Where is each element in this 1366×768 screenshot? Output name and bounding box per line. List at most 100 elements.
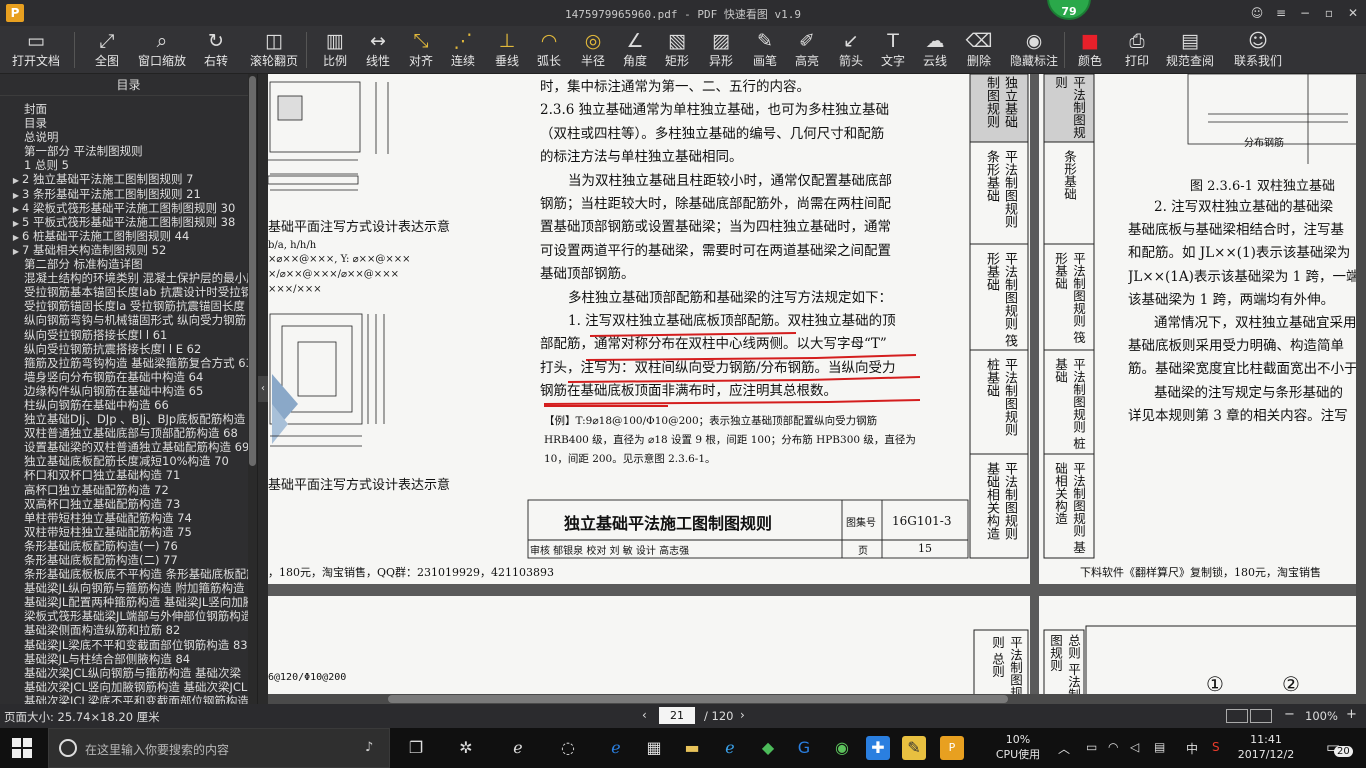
toolbar-aligned-measure-button[interactable]: ⤡ 对齐 <box>404 28 438 72</box>
toc-item[interactable]: 纵向钢筋弯钩与机械锚固形式 纵向受力钢筋 <box>0 313 248 327</box>
toc-item[interactable]: 纵向受拉钢筋抗震搭接长度l l E 62 <box>0 342 248 356</box>
network-icon[interactable]: ▤ <box>1154 740 1165 754</box>
section-tab[interactable]: 平法制图规则 筏形基础 <box>974 252 1026 348</box>
toc-item[interactable]: 边缘构件纵向钢筋在基础中构造 65 <box>0 384 248 398</box>
section-tab[interactable]: 条形基础 <box>1046 150 1092 242</box>
toc-item[interactable]: 高杯口独立基础配筋构造 72 <box>0 483 248 497</box>
toolbar-cloud-line-button[interactable]: ☁ 云线 <box>918 28 952 72</box>
battery-icon[interactable]: ▭ <box>1086 740 1097 754</box>
section-tab[interactable]: 总则 平法制图规则 <box>1048 634 1082 702</box>
toc-item[interactable]: 柱纵向钢筋在基础中构造 66 <box>0 398 248 412</box>
pinwheel-app-icon[interactable]: ✲ <box>454 736 478 760</box>
toc-item[interactable]: 总说明 <box>0 130 248 144</box>
g-browser-icon[interactable]: G <box>792 736 816 760</box>
blue-tool-icon[interactable]: ✚ <box>866 736 890 760</box>
toolbar-hide-annotations-button[interactable]: ◉ 隐藏标注 <box>1006 28 1062 72</box>
toc-item[interactable]: 设置基础梁的双柱普通独立基础配筋构造 69 <box>0 440 248 454</box>
toc-scrollbar-thumb[interactable] <box>249 76 256 466</box>
section-tab[interactable]: 平法制图规则 筏形基础 <box>1046 252 1092 348</box>
toc-item[interactable]: 基础梁JL纵向钢筋与箍筋构造 附加箍筋构造 <box>0 581 248 595</box>
file-explorer-icon[interactable]: ▬ <box>680 736 704 760</box>
doc-vertical-scrollbar[interactable] <box>1356 74 1366 704</box>
toolbar-eraser-button[interactable]: ⌫ 删除 <box>962 28 996 72</box>
toolbar-text-button[interactable]: T 文字 <box>876 28 910 72</box>
toc-item[interactable]: 目录 <box>0 116 248 130</box>
start-button[interactable] <box>12 738 32 758</box>
toolbar-continuous-measure-button[interactable]: ⋰ 连续 <box>446 28 480 72</box>
toc-item[interactable]: 封面 <box>0 102 248 116</box>
toolbar-radius-button[interactable]: ◎ 半径 <box>576 28 610 72</box>
double-page-view-icon[interactable] <box>1250 709 1272 723</box>
toc-item[interactable]: ▶ 4 梁板式筏形基础平法施工图制图规则 30 <box>0 201 248 215</box>
wifi-icon[interactable]: ◠ <box>1108 740 1118 754</box>
toc-item[interactable]: 基础次梁JCL纵向钢筋与箍筋构造 基础次梁 <box>0 666 248 680</box>
toc-item[interactable]: 独立基础底板配筋长度减短10%构造 70 <box>0 454 248 468</box>
zoom-in-button[interactable]: + <box>1346 707 1357 722</box>
microphone-icon[interactable]: ♪ <box>365 740 373 755</box>
toolbar-printer-button[interactable]: ⎙ 打印 <box>1118 28 1156 72</box>
ime-indicator[interactable]: 中 <box>1186 740 1198 757</box>
section-tab[interactable]: 平法制图规则 总则 <box>980 636 1024 702</box>
toc-item[interactable]: ▶ 7 基础相关构造制图规则 52 <box>0 243 248 257</box>
toc-item[interactable]: 独立基础DJj、DJp 、BJj、BJp底板配筋构造 <box>0 412 248 426</box>
toolbar-arc-length-button[interactable]: ◠ 弧长 <box>532 28 566 72</box>
toolbar-rotate-right-button[interactable]: ↻ 右转 <box>196 28 236 72</box>
expand-arrow-icon[interactable]: ▶ <box>10 189 22 201</box>
notes-app-icon[interactable]: ✎ <box>902 736 926 760</box>
section-tab[interactable]: 独立基础制图规则 <box>974 76 1026 140</box>
toc-item[interactable]: 基础梁侧面构造纵筋和拉筋 82 <box>0 623 248 637</box>
taskbar-search-box[interactable]: 在这里输入你要搜索的内容 ♪ <box>48 728 390 768</box>
close-button[interactable]: ✕ <box>1344 4 1362 22</box>
user-icon[interactable]: ☺ <box>1248 4 1266 22</box>
toolbar-folder-button[interactable]: ▭ 打开文档 <box>6 28 66 72</box>
expand-arrow-icon[interactable]: ▶ <box>10 231 22 243</box>
toc-item[interactable]: 受拉钢筋基本锚固长度lab 抗震设计时受拉钢筋 <box>0 285 248 299</box>
toc-item[interactable]: 箍筋及拉筋弯钩构造 基础梁箍筋复合方式 63 <box>0 356 248 370</box>
maximize-button[interactable]: ▫ <box>1320 4 1338 22</box>
pdf-viewer-taskbar-icon[interactable]: P <box>940 736 964 760</box>
collapse-sidebar-button[interactable]: ‹ <box>258 376 268 402</box>
toolbar-rectangle-area-button[interactable]: ▧ 矩形 <box>660 28 694 72</box>
ie-blue-icon[interactable]: ℯ <box>718 736 742 760</box>
toolbar-book-search-button[interactable]: ▤ 规范查阅 <box>1162 28 1218 72</box>
toolbar-zoom-button[interactable]: ⌕ 窗口缩放 <box>134 28 190 72</box>
task-view-icon[interactable]: ❐ <box>404 736 428 760</box>
toc-item[interactable]: 受拉钢筋锚固长度la 受拉钢筋抗震锚固长度 <box>0 299 248 313</box>
green-app-icon[interactable]: ◉ <box>830 736 854 760</box>
expand-arrow-icon[interactable]: ▶ <box>10 174 22 186</box>
volume-icon[interactable]: ◁ <box>1130 740 1139 754</box>
toc-item[interactable]: 纵向受拉钢筋搭接长度l l 61 <box>0 328 248 342</box>
toolbar-perpendicular-button[interactable]: ⊥ 垂线 <box>490 28 524 72</box>
toc-item[interactable]: 双高杯口独立基础配筋构造 73 <box>0 497 248 511</box>
toc-item[interactable]: 墙身竖向分布钢筋在基础中构造 64 <box>0 370 248 384</box>
zoom-out-button[interactable]: − <box>1284 707 1295 722</box>
toolbar-highlighter-button[interactable]: ✐ 高亮 <box>790 28 824 72</box>
toc-item[interactable]: ▶ 6 桩基础平法施工图制图规则 44 <box>0 229 248 243</box>
single-page-view-icon[interactable] <box>1226 709 1248 723</box>
toc-item[interactable]: 混凝土结构的环境类别 混凝土保护层的最小厚度 <box>0 271 248 285</box>
tray-chevron-icon[interactable]: ︿ <box>1058 740 1070 757</box>
toc-item[interactable]: 基础梁JL与柱结合部侧腋构造 84 <box>0 652 248 666</box>
section-tab[interactable]: 平法制图规则 桩基础 <box>1046 358 1092 452</box>
toolbar-contact-button[interactable]: ☺ 联系我们 <box>1230 28 1286 72</box>
section-tab[interactable]: 平法制图规则 桩基础 <box>974 358 1026 452</box>
toolbar-angle-button[interactable]: ∠ 角度 <box>618 28 652 72</box>
action-center-button[interactable]: ▭ 20 <box>1322 736 1354 760</box>
toc-item[interactable]: 条形基础底板配筋构造(一) 76 <box>0 539 248 553</box>
next-page-button[interactable]: › <box>740 708 745 722</box>
toc-item[interactable]: 梁板式筏形基础梁JL端部与外伸部位钢筋构造 <box>0 609 248 623</box>
toc-item[interactable]: ▶ 5 平板式筏形基础平法施工图制图规则 38 <box>0 215 248 229</box>
document-view[interactable]: 基础平面注写方式设计表达示意 b/a, h/h/h ×⌀××@×××, Y: ⌀… <box>268 74 1366 704</box>
minimize-button[interactable]: − <box>1296 4 1314 22</box>
store-icon[interactable]: ▦ <box>642 736 666 760</box>
expand-arrow-icon[interactable]: ▶ <box>10 217 22 229</box>
toolbar-pen-button[interactable]: ✎ 画笔 <box>748 28 782 72</box>
toc-item[interactable]: 第二部分 标准构造详图 <box>0 257 248 271</box>
toc-item[interactable]: 基础梁JL配置两种箍筋构造 基础梁JL竖向加腋 <box>0 595 248 609</box>
ie-icon[interactable]: ℯ <box>506 736 530 760</box>
spiral-app-icon[interactable]: ◌ <box>556 736 580 760</box>
toc-item[interactable]: 单柱带短柱独立基础配筋构造 74 <box>0 511 248 525</box>
toc-item[interactable]: 1 总则 5 <box>0 158 248 172</box>
edge-icon[interactable]: ℯ <box>604 736 628 760</box>
toc-item[interactable]: ▶ 3 条形基础平法施工图制图规则 21 <box>0 187 248 201</box>
